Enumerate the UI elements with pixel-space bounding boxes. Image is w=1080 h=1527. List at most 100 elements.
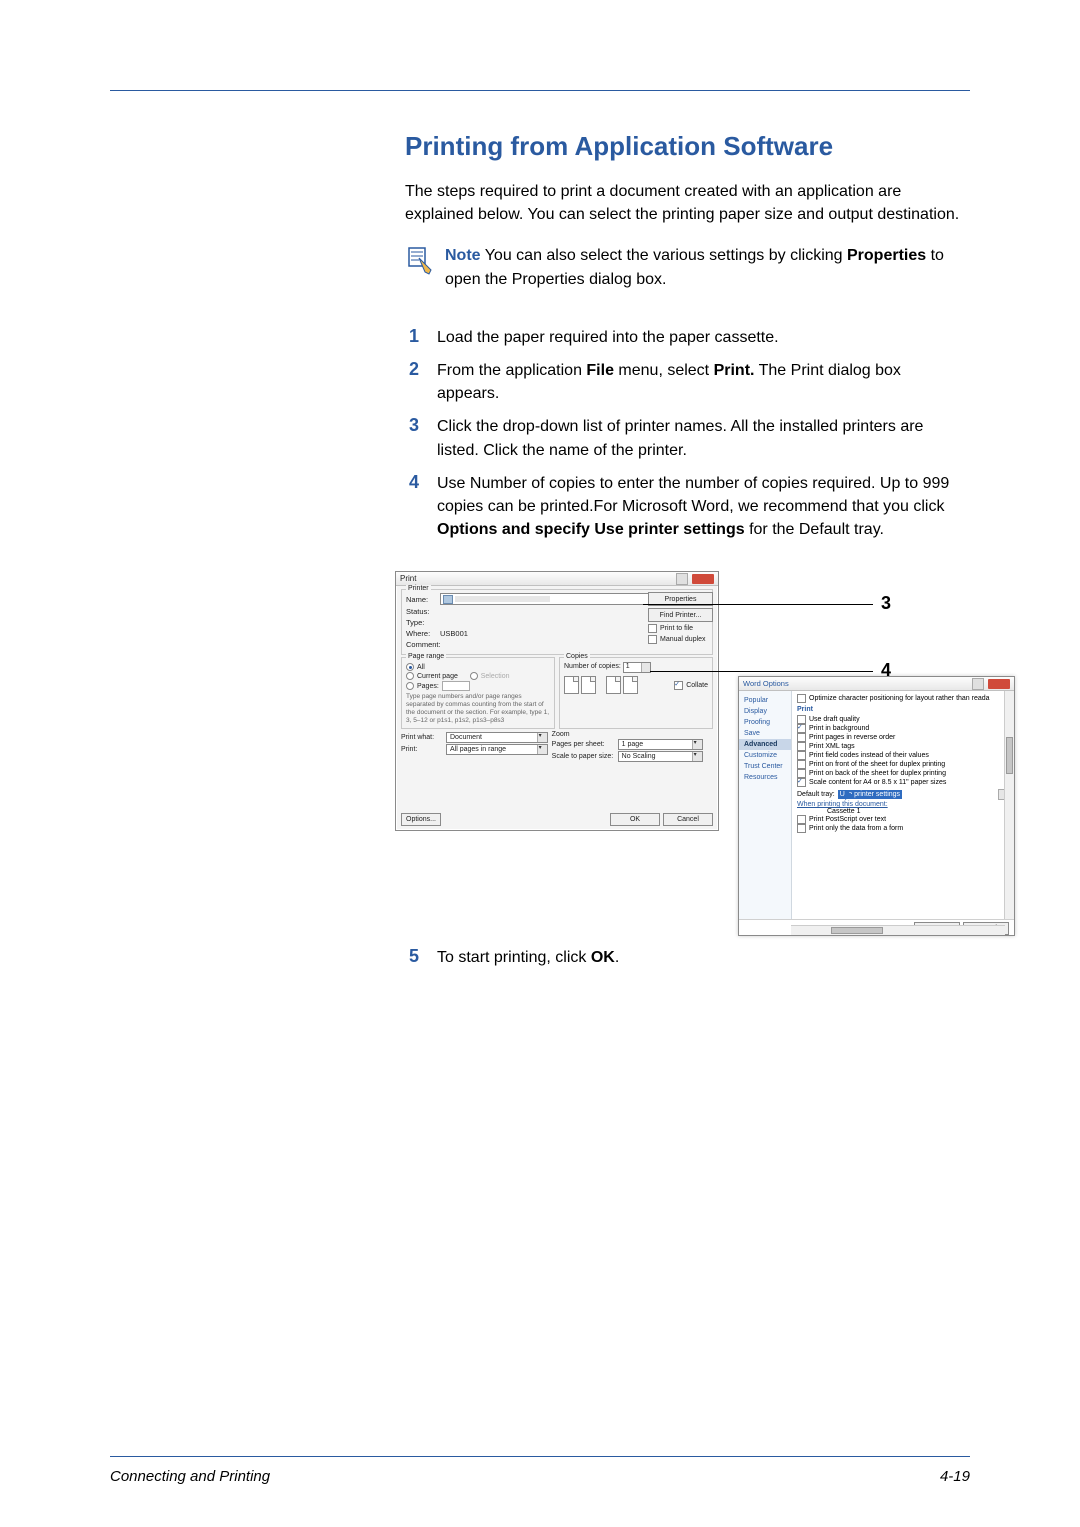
step-4-text: Use Number of copies to enter the number… (437, 472, 965, 542)
callout-4-line (650, 671, 873, 672)
opt-scale[interactable]: Scale content for A4 or 8.5 x 11" paper … (797, 778, 1009, 787)
close-icon[interactable] (692, 574, 714, 584)
sidebar-item-customize[interactable]: Customize (739, 750, 791, 761)
opt-form-data[interactable]: Print only the data from a form (797, 824, 1009, 833)
section-heading: Printing from Application Software (405, 131, 965, 162)
help-icon[interactable] (972, 678, 984, 690)
when-printing-label: When printing this document: (797, 801, 1009, 808)
print-label: Print: (401, 746, 443, 753)
copies-group: Copies Number of copies: 1 Collate (559, 657, 713, 729)
t: OK (591, 949, 615, 966)
t: Print only the data from a form (809, 825, 903, 832)
step-number: 5 (405, 946, 419, 967)
t: Selection (481, 673, 510, 680)
vertical-scrollbar[interactable] (1004, 691, 1014, 919)
comment-label: Comment: (406, 640, 440, 649)
ok-button[interactable]: OK (610, 813, 660, 826)
zoom-title: Zoom (552, 731, 713, 738)
t: Print to file (660, 625, 693, 632)
callout-3-line (643, 604, 873, 605)
horizontal-scrollbar[interactable] (791, 925, 1005, 935)
t: All (417, 664, 425, 671)
collate-checkbox[interactable]: Collate (674, 676, 708, 694)
opt-field-codes[interactable]: Print field codes instead of their value… (797, 751, 1009, 760)
note-icon (405, 244, 433, 278)
print-what-select[interactable]: Document (446, 732, 548, 743)
sidebar-item-save[interactable]: Save (739, 728, 791, 739)
footer: Connecting and Printing 4-19 (110, 1468, 970, 1485)
copies-value: 1 (624, 663, 630, 670)
step-number: 1 (405, 326, 419, 347)
note-label: Note (445, 247, 481, 264)
print-dialog: Print Printer Name: (395, 571, 719, 831)
close-icon[interactable] (988, 679, 1010, 689)
opt-draft[interactable]: Use draft quality (797, 715, 1009, 724)
t: for the Default tray. (745, 521, 884, 538)
radio-all[interactable]: All (406, 663, 550, 671)
screenshot-region: Print Printer Name: (395, 571, 1015, 936)
options-button[interactable]: Options... (401, 813, 441, 826)
print-what-column: Print what: Document Print: All pages in… (401, 731, 548, 756)
chevron-down-icon (537, 745, 547, 754)
type-label: Type: (406, 618, 440, 627)
scale-select[interactable]: No Scaling (618, 751, 703, 762)
footer-rule (110, 1456, 970, 1457)
status-label: Status: (406, 607, 440, 616)
pps-select[interactable]: 1 page (618, 739, 703, 750)
word-options-sidebar: Popular Display Proofing Save Advanced C… (739, 691, 792, 919)
find-printer-button[interactable]: Find Printer... (648, 608, 713, 622)
printer-group-label: Printer (406, 585, 431, 592)
opt-background[interactable]: Print in background (797, 724, 1009, 733)
sidebar-item-popular[interactable]: Popular (739, 695, 791, 706)
t: File (586, 362, 614, 379)
page-number: 4-19 (940, 1468, 970, 1485)
sidebar-item-display[interactable]: Display (739, 706, 791, 717)
t: Document (450, 734, 482, 741)
t: Print in background (809, 725, 869, 732)
t: To start printing, click (437, 949, 591, 966)
t: Print pages in reverse order (809, 734, 895, 741)
manual-duplex-checkbox[interactable]: Manual duplex (648, 635, 713, 644)
callout-4: 4 (881, 660, 891, 681)
copies-stepper[interactable]: 1 (623, 662, 651, 673)
print-select[interactable]: All pages in range (446, 744, 548, 755)
t: Current page (417, 673, 458, 680)
radio-current[interactable]: Current page Selection (406, 672, 550, 680)
note-block: Note You can also select the various set… (405, 244, 965, 290)
note-body-pre: You can also select the various settings… (481, 247, 847, 264)
opt-reverse[interactable]: Print pages in reverse order (797, 733, 1009, 742)
sidebar-item-resources[interactable]: Resources (739, 772, 791, 783)
printer-icon (443, 595, 453, 604)
t: Optimize character positioning for layou… (809, 695, 990, 702)
pages-input[interactable] (442, 681, 470, 691)
chevron-down-icon (692, 752, 702, 761)
t: Scale content for A4 or 8.5 x 11" paper … (809, 779, 946, 786)
sidebar-item-proofing[interactable]: Proofing (739, 717, 791, 728)
sidebar-item-advanced[interactable]: Advanced (739, 739, 791, 750)
optimize-checkbox[interactable]: Optimize character positioning for layou… (797, 694, 1009, 703)
opt-front-duplex[interactable]: Print on front of the sheet for duplex p… (797, 760, 1009, 769)
t: All pages in range (450, 746, 506, 753)
copies-title: Copies (564, 653, 590, 660)
chevron-down-icon (537, 733, 547, 742)
radio-pages[interactable]: Pages: (406, 681, 550, 691)
pps-label: Pages per sheet: (552, 741, 614, 748)
help-icon[interactable] (676, 573, 688, 585)
printer-name-value (455, 596, 550, 602)
collate-icons: Collate (564, 676, 708, 694)
t: . (615, 949, 619, 966)
t: Print PostScript over text (809, 816, 886, 823)
copies-label: Number of copies: (564, 663, 621, 670)
step-2-text: From the application File menu, select P… (437, 359, 965, 405)
opt-back-duplex[interactable]: Print on back of the sheet for duplex pr… (797, 769, 1009, 778)
print-to-file-checkbox[interactable]: Print to file (648, 624, 713, 633)
note-text: Note You can also select the various set… (445, 244, 965, 290)
t: Print field codes instead of their value… (809, 752, 929, 759)
sidebar-item-trust-center[interactable]: Trust Center (739, 761, 791, 772)
t: From the application (437, 362, 586, 379)
opt-xml[interactable]: Print XML tags (797, 742, 1009, 751)
note-body-bold: Properties (847, 247, 926, 264)
cancel-button[interactable]: Cancel (663, 813, 713, 826)
opt-postscript[interactable]: Print PostScript over text (797, 815, 1009, 824)
steps-list: 1 Load the paper required into the paper… (405, 326, 965, 542)
